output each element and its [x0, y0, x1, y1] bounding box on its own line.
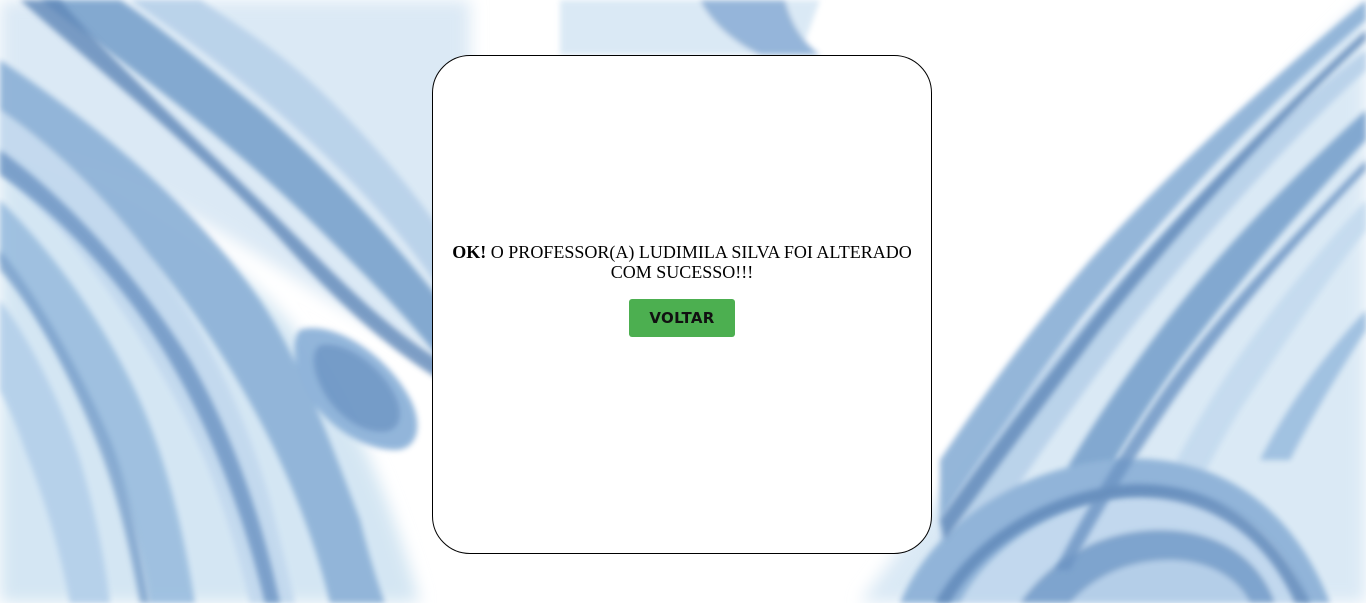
- message-text: O PROFESSOR(A) LUDIMILA SILVA FOI ALTERA…: [486, 242, 912, 282]
- back-button[interactable]: VOLTAR: [629, 299, 735, 337]
- success-message: OK! O PROFESSOR(A) LUDIMILA SILVA FOI AL…: [441, 242, 923, 282]
- message-prefix: OK!: [452, 242, 487, 262]
- success-dialog: OK! O PROFESSOR(A) LUDIMILA SILVA FOI AL…: [432, 55, 932, 554]
